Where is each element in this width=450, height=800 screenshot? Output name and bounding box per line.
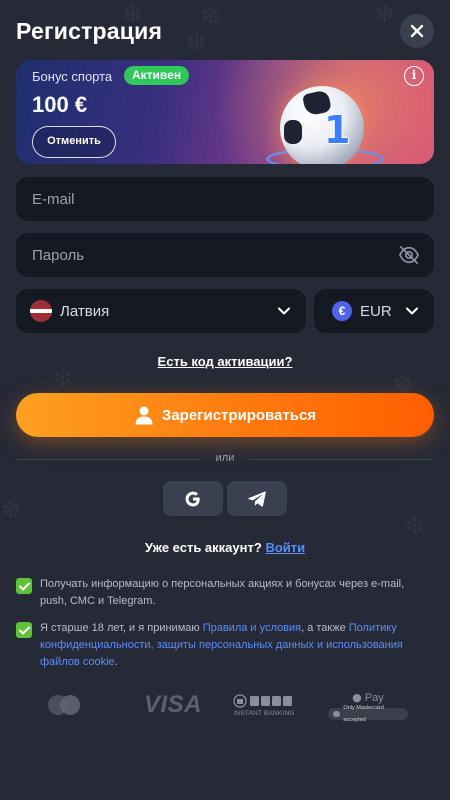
instant-banking-label: INSTANT BANKING: [233, 709, 295, 717]
chevron-down-icon: [406, 307, 418, 315]
close-button[interactable]: [400, 14, 434, 48]
terms-link[interactable]: Правила и условия: [203, 622, 301, 634]
telegram-icon: [248, 490, 266, 507]
eye-off-icon[interactable]: [398, 245, 420, 265]
terms-prefix: Я старше 18 лет, и я принимаю: [40, 622, 200, 634]
visa-logo: VISA: [138, 688, 208, 722]
soccer-ball-image: 1: [280, 86, 364, 164]
email-placeholder: E-mail: [32, 190, 75, 208]
euro-icon: €: [332, 301, 352, 321]
terms-consent-checkbox[interactable]: [16, 622, 32, 638]
snowflake-decoration: ❄: [0, 496, 22, 526]
card-icon: [333, 710, 341, 717]
visa-text: VISA: [143, 691, 202, 718]
user-icon: [135, 406, 153, 425]
register-button[interactable]: Зарегистрироваться: [16, 393, 434, 437]
latvia-flag-icon: [30, 300, 52, 322]
email-field[interactable]: E-mail: [16, 177, 434, 221]
apple-pay-note: Only Mastercard accepted: [328, 705, 408, 723]
telegram-login-button[interactable]: [227, 481, 287, 516]
activation-code-link[interactable]: Есть код активации?: [0, 354, 450, 369]
divider: [250, 459, 434, 460]
terms-suffix: .: [114, 656, 118, 668]
header: Регистрация: [16, 14, 434, 48]
apple-pay-note-text: Only Mastercard accepted: [343, 704, 384, 723]
info-icon[interactable]: i: [404, 66, 424, 86]
ball-number: 1: [324, 108, 351, 152]
country-select[interactable]: Латвия: [16, 289, 306, 333]
status-badge: Активен: [124, 66, 190, 85]
bonus-amount: 100 €: [32, 92, 88, 117]
sport-bonus-card: Бонус спорта Активен 100 € Отменить i 1: [16, 60, 434, 164]
divider-text: или: [215, 452, 235, 464]
apple-pay-logo: ● Pay Only Mastercard accepted: [328, 688, 408, 723]
country-value: Латвия: [60, 302, 110, 320]
cancel-bonus-button[interactable]: Отменить: [32, 126, 116, 158]
login-prompt: Уже есть аккаунт? Войти: [0, 540, 450, 555]
google-icon: [185, 491, 200, 506]
currency-select[interactable]: € EUR: [314, 289, 434, 333]
google-login-button[interactable]: [163, 481, 223, 516]
close-icon: [410, 24, 424, 38]
password-field[interactable]: Пароль: [16, 233, 434, 277]
marketing-consent-checkbox[interactable]: [16, 578, 32, 594]
snowflake-decoration: ❄: [404, 512, 426, 542]
password-placeholder: Пароль: [32, 246, 85, 264]
mastercard-logo: [44, 688, 84, 722]
checkmark-icon: [18, 582, 30, 590]
bonus-label: Бонус спорта: [32, 69, 113, 84]
payment-methods: VISA INSTANT BANKING ● Pay Only Masterca…: [0, 688, 450, 723]
page-title: Регистрация: [16, 18, 163, 44]
marketing-consent-text: Получать информацию о персональных акция…: [40, 578, 405, 607]
register-label: Зарегистрироваться: [161, 406, 317, 424]
terms-consent-text: Я старше 18 лет, и я принимаю Правила и …: [40, 620, 434, 671]
currency-value: EUR: [360, 302, 392, 320]
instant-banking-logo: INSTANT BANKING: [232, 688, 296, 722]
terms-mid: , а также: [301, 622, 346, 634]
checkmark-icon: [18, 626, 30, 634]
login-link[interactable]: Войти: [265, 540, 305, 555]
login-prompt-text: Уже есть аккаунт?: [144, 540, 262, 555]
chevron-down-icon: [278, 307, 290, 315]
